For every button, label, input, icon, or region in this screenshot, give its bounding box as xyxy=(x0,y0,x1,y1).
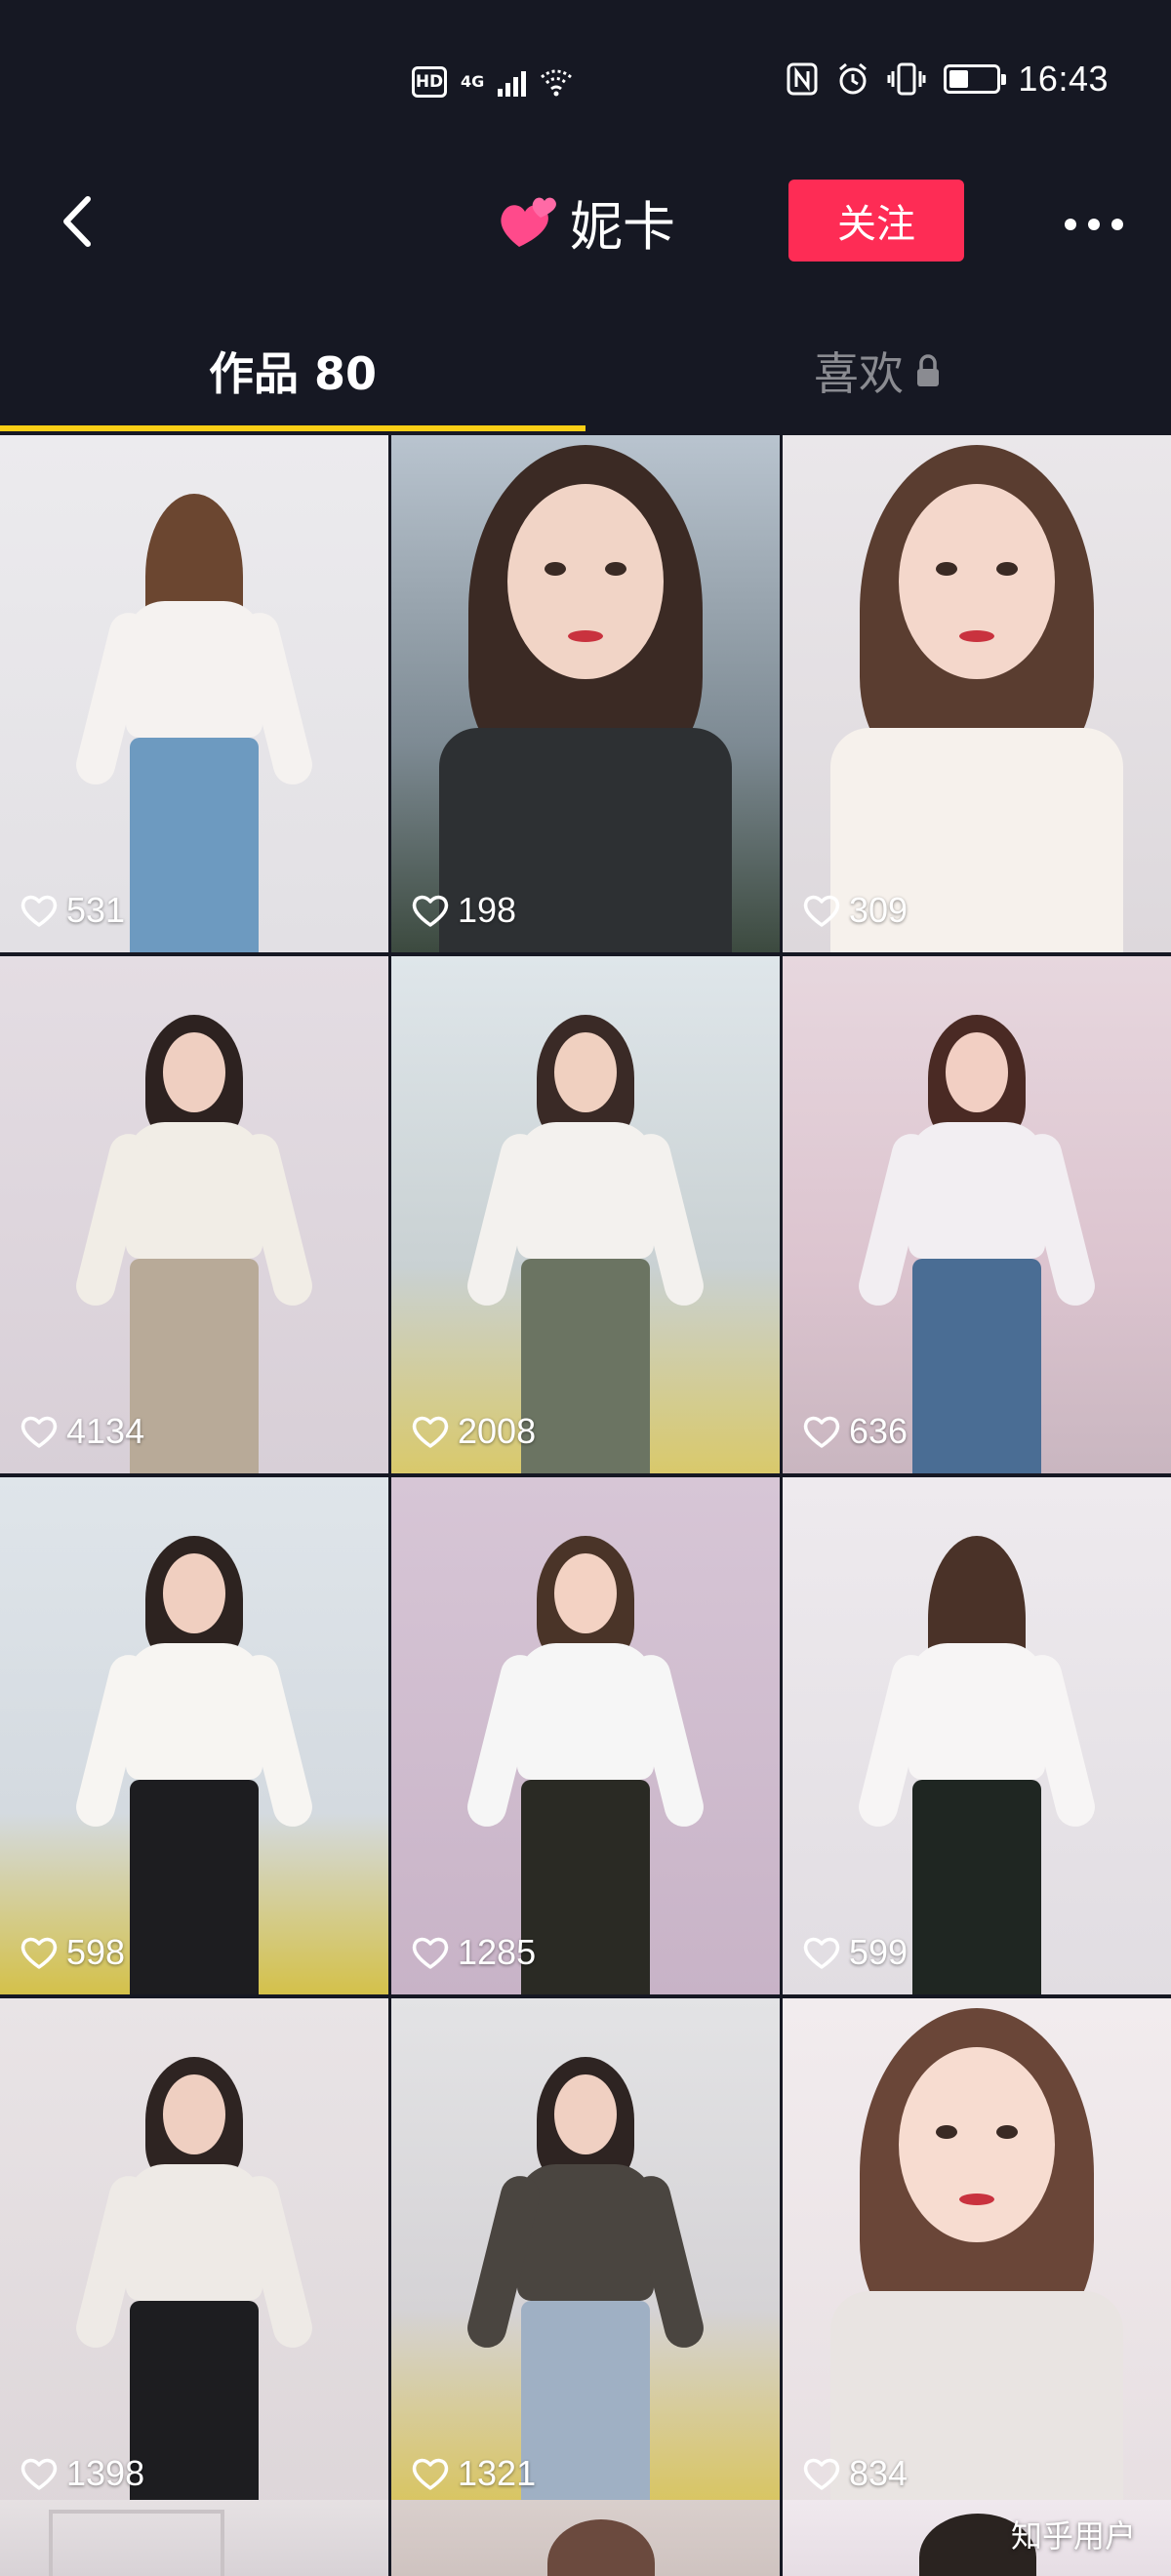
heart-icon xyxy=(412,2458,449,2490)
watermark-text: 知乎用户 xyxy=(1010,2517,1136,2555)
alarm-icon xyxy=(839,62,868,95)
like-count-value: 834 xyxy=(849,2453,909,2493)
back-button[interactable] xyxy=(47,187,115,256)
heart-icon xyxy=(803,1937,840,1969)
heart-icon xyxy=(20,1416,58,1448)
like-count: 531 xyxy=(20,890,125,931)
two-hearts-icon xyxy=(501,197,556,247)
thumbnail-figure xyxy=(463,2057,708,2516)
like-count: 636 xyxy=(802,1411,908,1452)
like-count: 599 xyxy=(802,1932,908,1973)
signal-icon xyxy=(498,67,527,97)
heart-icon xyxy=(20,1937,58,1969)
battery-icon xyxy=(944,64,1007,94)
profile-header: 妮卡 关注 xyxy=(0,166,1171,283)
like-count: 1285 xyxy=(411,1932,536,1973)
thumbnail-figure xyxy=(854,1015,1100,1473)
like-count-value: 531 xyxy=(66,890,126,930)
heart-icon xyxy=(412,1416,449,1448)
follow-button[interactable]: 关注 xyxy=(788,180,964,262)
video-grid: 531 198 309 4134 2008 636 598 1285 599 1398 1321 83… xyxy=(0,435,1171,2516)
like-count: 198 xyxy=(411,890,516,931)
thumbnail-figure xyxy=(71,494,317,952)
status-right: 16:43 xyxy=(786,59,1109,100)
video-thumbnail[interactable]: 4134 xyxy=(0,956,388,1473)
status-bar: HD 4G 16:43 xyxy=(0,0,1171,166)
heart-icon xyxy=(803,2458,840,2490)
heart-icon xyxy=(803,1416,840,1448)
lock-icon xyxy=(917,354,939,386)
heart-icon xyxy=(20,895,58,927)
wifi-icon xyxy=(541,69,573,97)
chevron-left-icon xyxy=(63,196,91,247)
like-count-value: 598 xyxy=(66,1932,126,1972)
video-thumbnail[interactable]: 2008 xyxy=(391,956,780,1473)
like-count: 4134 xyxy=(20,1411,144,1452)
clock-time: 16:43 xyxy=(1018,59,1109,99)
thumbnail-figure xyxy=(821,435,1133,952)
video-thumbnail-partial[interactable] xyxy=(0,2500,388,2576)
status-left: HD 4G xyxy=(412,66,573,98)
video-thumbnail-partial[interactable] xyxy=(391,2500,780,2576)
nfc-icon xyxy=(787,62,818,96)
tab-likes[interactable]: 喜欢 xyxy=(586,322,1171,420)
like-count-value: 1285 xyxy=(458,1932,537,1972)
like-count: 834 xyxy=(802,2453,908,2494)
like-count-value: 599 xyxy=(849,1932,909,1972)
like-count-value: 2008 xyxy=(458,1411,537,1451)
like-count-value: 636 xyxy=(849,1411,909,1451)
like-count-value: 4134 xyxy=(66,1411,145,1451)
like-count: 2008 xyxy=(411,1411,536,1452)
video-thumbnail[interactable]: 1398 xyxy=(0,1998,388,2516)
like-count: 1398 xyxy=(20,2453,144,2494)
video-thumbnail[interactable]: 531 xyxy=(0,435,388,952)
vibrate-icon xyxy=(887,62,926,96)
like-count: 598 xyxy=(20,1932,125,1973)
thumbnail-figure xyxy=(71,1015,317,1473)
video-thumbnail[interactable]: 198 xyxy=(391,435,780,952)
like-count: 309 xyxy=(802,890,908,931)
video-grid-partial-row: 知乎用户 xyxy=(0,2500,1171,2576)
heart-icon xyxy=(412,895,449,927)
tab-likes-label: 喜欢 xyxy=(814,347,904,400)
video-thumbnail[interactable]: 1285 xyxy=(391,1477,780,1994)
video-thumbnail[interactable]: 834 xyxy=(783,1998,1171,2516)
thumbnail-figure xyxy=(71,1536,317,1994)
active-tab-indicator xyxy=(0,425,586,431)
network-type-label: 4G xyxy=(461,72,485,91)
profile-tabs: 作品 80 喜欢 xyxy=(0,322,1171,435)
more-dots-icon xyxy=(1065,219,1076,230)
heart-icon xyxy=(20,2458,58,2490)
like-count: 1321 xyxy=(411,2453,536,2494)
video-thumbnail[interactable]: 598 xyxy=(0,1477,388,1994)
like-count-value: 1321 xyxy=(458,2453,537,2493)
thumbnail-figure xyxy=(463,1015,708,1473)
like-count-value: 309 xyxy=(849,890,909,930)
hd-icon: HD xyxy=(412,66,447,98)
video-thumbnail[interactable]: 309 xyxy=(783,435,1171,952)
thumbnail-figure xyxy=(429,435,742,952)
thumbnail-figure xyxy=(71,2057,317,2516)
heart-icon xyxy=(412,1937,449,1969)
more-options-button[interactable] xyxy=(1052,195,1136,254)
video-thumbnail[interactable]: 636 xyxy=(783,956,1171,1473)
profile-name: 妮卡 xyxy=(570,195,675,258)
thumbnail-figure xyxy=(463,1536,708,1994)
heart-icon xyxy=(803,895,840,927)
thumbnail-figure xyxy=(821,1998,1133,2516)
video-thumbnail[interactable]: 599 xyxy=(783,1477,1171,1994)
like-count-value: 198 xyxy=(458,890,517,930)
tab-works[interactable]: 作品 80 xyxy=(0,322,586,420)
like-count-value: 1398 xyxy=(66,2453,145,2493)
thumbnail-figure xyxy=(854,1536,1100,1994)
video-thumbnail[interactable]: 1321 xyxy=(391,1998,780,2516)
profile-title: 妮卡 xyxy=(498,187,675,258)
